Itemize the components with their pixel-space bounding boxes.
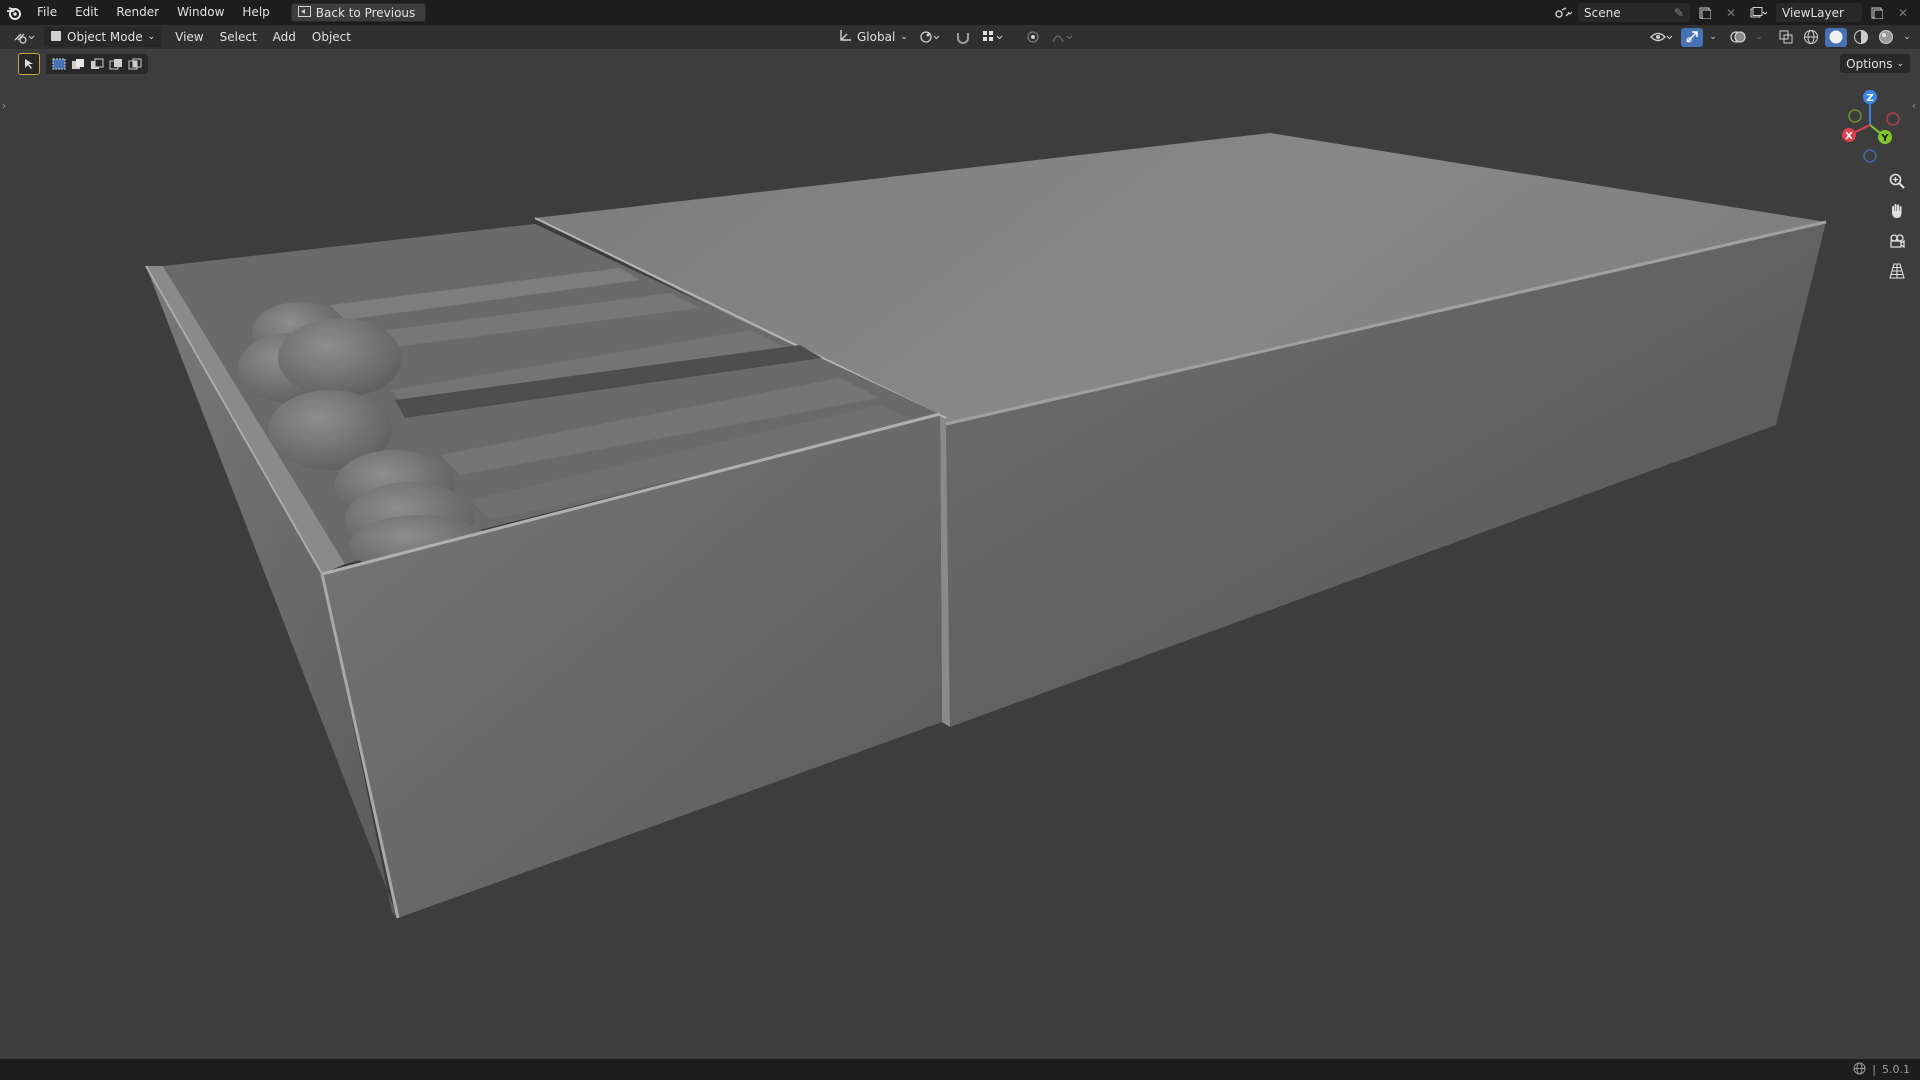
solid-shading-icon[interactable] <box>1825 27 1847 47</box>
chevron-down-icon: ⌄ <box>900 32 908 42</box>
version-label: 5.0.1 <box>1882 1063 1910 1076</box>
transform-orientation-label: Global <box>857 30 896 44</box>
selection-invert-icon[interactable] <box>107 56 125 72</box>
selection-new-icon[interactable] <box>50 56 68 72</box>
snap-target-icon[interactable] <box>980 28 1008 47</box>
sidebar-expand-icon[interactable]: ‹ <box>1912 101 1916 112</box>
scene-name-field[interactable]: Scene ✎ <box>1578 3 1690 22</box>
falloff-curve-icon[interactable] <box>1050 28 1078 47</box>
screen-back-icon <box>297 5 311 20</box>
chevron-down-icon: ⌄ <box>147 32 156 42</box>
select-tool-icon[interactable] <box>18 53 40 75</box>
view-layer-selector-icon[interactable] <box>1746 3 1772 22</box>
object-mode-dropdown[interactable]: Object Mode ⌄ <box>44 27 162 47</box>
zoom-icon[interactable] <box>1884 168 1910 194</box>
gizmo-x-label: X <box>1845 131 1853 142</box>
snap-toggle-icon[interactable] <box>952 28 974 47</box>
menu-file[interactable]: File <box>28 0 66 25</box>
visibility-selectability-icon[interactable] <box>1648 28 1678 47</box>
transform-controls: Global ⌄ <box>836 25 1078 49</box>
delete-scene-icon[interactable]: ✕ <box>1720 3 1742 22</box>
viewport-header-right: ⌄ ⌄ ⌄ <box>1648 25 1914 49</box>
options-label: Options <box>1846 56 1893 71</box>
rendered-shading-icon[interactable] <box>1875 28 1897 47</box>
view-layer-name: ViewLayer <box>1782 5 1844 20</box>
perspective-toggle-icon[interactable] <box>1884 258 1910 284</box>
options-dropdown[interactable]: Options ⌄ <box>1840 54 1910 73</box>
view-layer-field[interactable]: ViewLayer <box>1776 3 1862 22</box>
material-preview-shading-icon[interactable] <box>1850 28 1872 47</box>
3d-viewport[interactable]: › ‹ <box>0 49 1920 1059</box>
back-to-previous-label: Back to Previous <box>315 5 416 20</box>
pan-hand-icon[interactable] <box>1884 198 1910 224</box>
scene-selector-icon[interactable] <box>1552 3 1574 22</box>
selection-intersect-icon[interactable] <box>126 56 144 72</box>
back-to-previous-button[interactable]: Back to Previous <box>290 3 427 22</box>
menu-view[interactable]: View <box>167 25 211 49</box>
overlays-toggle-icon[interactable] <box>1727 28 1749 47</box>
top-right-controls: Scene ✎ ✕ ViewLayer ✕ <box>1552 0 1920 25</box>
gizmo-neg-z-icon[interactable] <box>1863 149 1877 163</box>
overlays-options-chevron-icon[interactable]: ⌄ <box>1752 28 1766 47</box>
pin-icon[interactable]: ✎ <box>1674 6 1684 20</box>
editor-type-icon[interactable] <box>10 28 40 47</box>
viewport-header: Object Mode ⌄ View Select Add Object Glo… <box>0 25 1920 49</box>
transform-orientation-dropdown[interactable]: Global ⌄ <box>836 28 910 47</box>
gizmo-neg-y-icon[interactable] <box>1848 109 1862 123</box>
new-scene-icon[interactable] <box>1694 3 1716 22</box>
tool-settings-row <box>18 53 148 75</box>
globe-icon <box>1853 1062 1866 1078</box>
pivot-point-icon[interactable] <box>916 28 946 47</box>
menu-edit[interactable]: Edit <box>66 0 107 25</box>
delete-view-layer-icon[interactable]: ✕ <box>1892 3 1914 22</box>
navigation-gizmo[interactable]: Z Y X <box>1830 85 1910 165</box>
status-bar: | 5.0.1 <box>0 1059 1920 1080</box>
scene-name: Scene <box>1584 5 1621 20</box>
object-mode-icon <box>50 30 62 45</box>
orientation-axes-icon <box>838 29 852 46</box>
xray-toggle-icon[interactable] <box>1775 28 1797 47</box>
shading-options-chevron-icon[interactable]: ⌄ <box>1900 28 1914 47</box>
selection-mode-group <box>46 54 148 74</box>
wireframe-shading-icon[interactable] <box>1800 28 1822 47</box>
gizmo-toggle-icon[interactable] <box>1681 27 1703 47</box>
menu-add[interactable]: Add <box>265 25 304 49</box>
object-mode-label: Object Mode <box>67 30 143 44</box>
gizmo-neg-x-icon[interactable] <box>1886 112 1900 126</box>
status-separator: | <box>1872 1063 1876 1076</box>
menu-select[interactable]: Select <box>212 25 265 49</box>
proportional-editing-icon[interactable] <box>1022 28 1044 47</box>
gizmo-y-label: Y <box>1880 133 1889 144</box>
toolbar-expand-icon[interactable]: › <box>2 101 6 112</box>
selection-extend-icon[interactable] <box>69 56 87 72</box>
chevron-down-icon: ⌄ <box>1896 58 1904 69</box>
blender-logo-icon[interactable] <box>0 0 28 25</box>
top-menu-bar: File Edit Render Window Help Back to Pre… <box>0 0 1920 25</box>
gizmo-z-label: Z <box>1866 93 1873 104</box>
viewport-canvas[interactable] <box>0 49 1920 1059</box>
menu-object[interactable]: Object <box>304 25 359 49</box>
gizmo-options-chevron-icon[interactable]: ⌄ <box>1706 28 1720 47</box>
new-view-layer-icon[interactable] <box>1866 3 1888 22</box>
menu-render[interactable]: Render <box>107 0 168 25</box>
menu-help[interactable]: Help <box>233 0 278 25</box>
selection-subtract-icon[interactable] <box>88 56 106 72</box>
menu-window[interactable]: Window <box>168 0 233 25</box>
camera-view-icon[interactable] <box>1884 228 1910 254</box>
